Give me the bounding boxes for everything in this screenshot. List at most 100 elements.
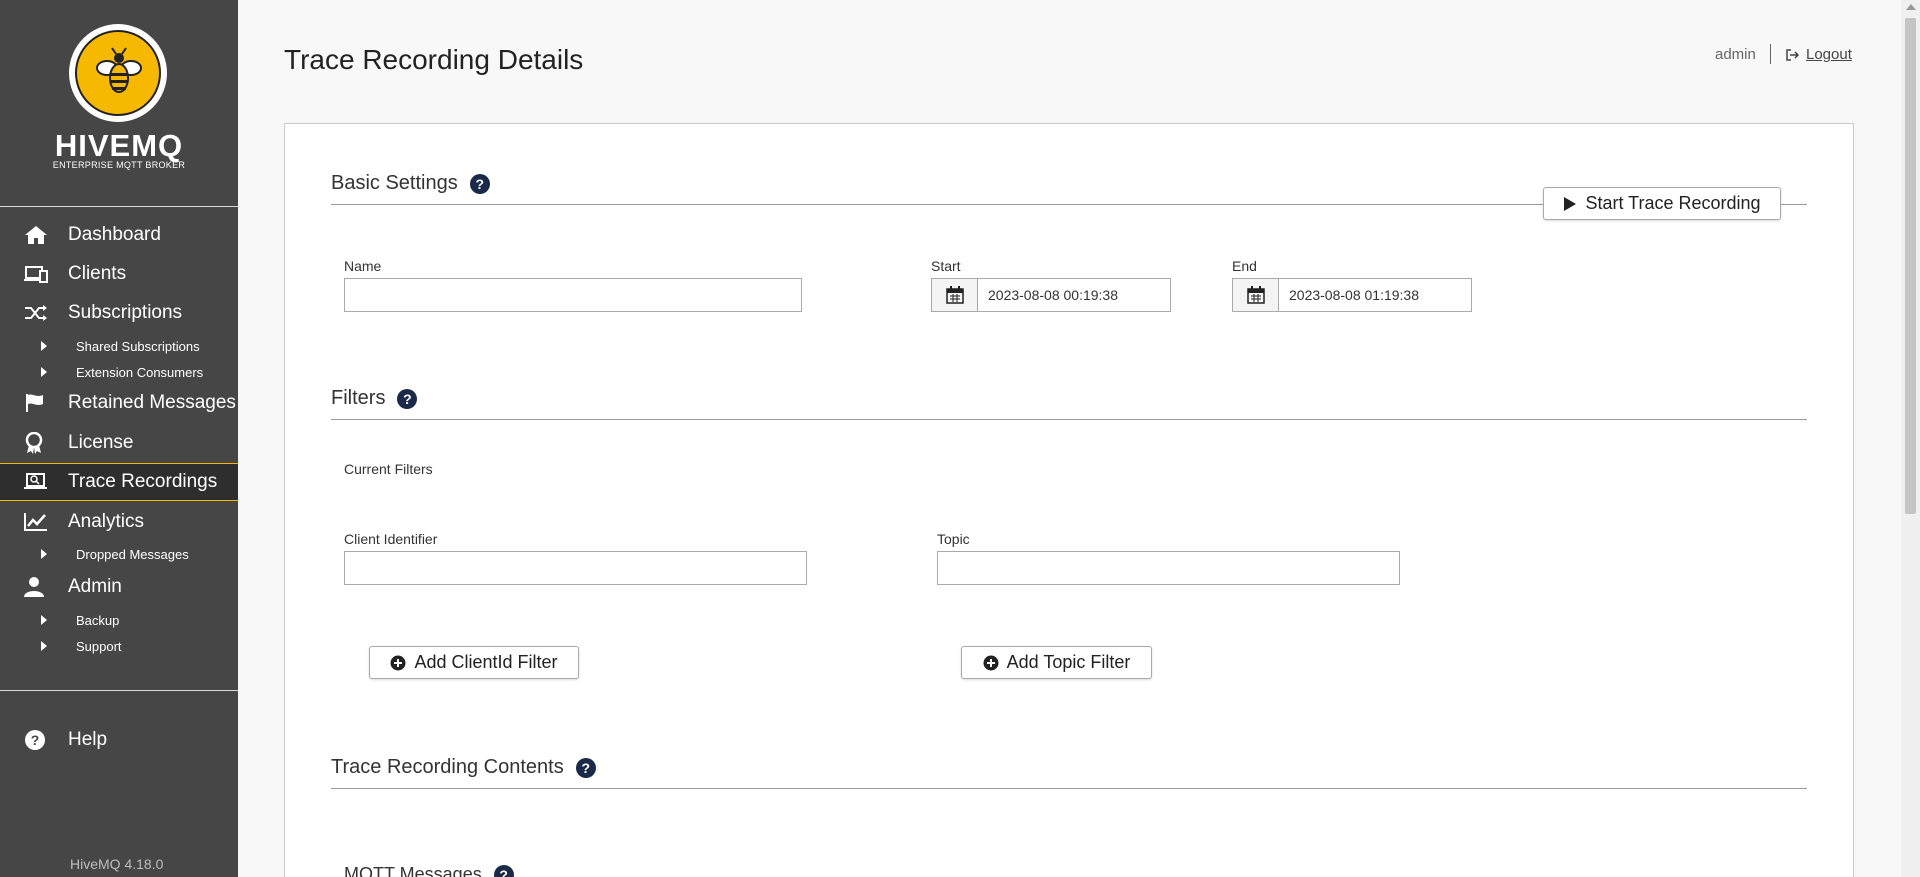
laptop-search-icon xyxy=(0,472,68,492)
sidebar-item-retained-messages[interactable]: Retained Messages xyxy=(0,384,238,422)
caret-right-icon xyxy=(0,341,76,351)
help-icon[interactable]: ? xyxy=(493,864,514,877)
sidebar-subitem-extension-consumers[interactable]: Extension Consumers xyxy=(0,360,238,384)
sidebar-item-label: Help xyxy=(68,729,108,750)
sidebar-subitem-support[interactable]: Support xyxy=(0,634,238,658)
devices-icon xyxy=(0,264,68,284)
chart-line-icon xyxy=(0,512,68,532)
section-title-text: Filters xyxy=(331,387,386,409)
add-topic-filter-button[interactable]: Add Topic Filter xyxy=(961,646,1152,679)
section-title-filters: Filters ? xyxy=(331,387,418,410)
start-datetime-value[interactable]: 2023-08-08 00:19:38 xyxy=(978,279,1170,311)
divider xyxy=(1770,44,1771,64)
button-label: Start Trace Recording xyxy=(1585,193,1761,213)
calendar-icon[interactable] xyxy=(1233,279,1279,311)
sidebar-item-label: Admin xyxy=(68,576,122,597)
button-label: Add ClientId Filter xyxy=(414,652,558,672)
sidebar-item-label: Trace Recordings xyxy=(68,471,218,492)
sidebar-item-admin[interactable]: Admin xyxy=(0,568,238,606)
sidebar-item-label: Retained Messages xyxy=(68,392,236,413)
sidebar-item-license[interactable]: License xyxy=(0,424,238,462)
section-title-basic-settings: Basic Settings ? xyxy=(331,172,490,195)
logout-label: Logout xyxy=(1806,46,1852,63)
current-user: admin xyxy=(1715,46,1756,63)
subsection-title-mqtt-messages: MQTT Messages ? xyxy=(344,864,514,877)
sidebar-subitem-label: Backup xyxy=(76,612,120,628)
version-label: HiveMQ 4.18.0 xyxy=(70,856,164,872)
end-datetime-field: 2023-08-08 01:19:38 xyxy=(1232,278,1472,312)
sidebar-item-trace-recordings[interactable]: Trace Recordings xyxy=(0,463,238,501)
sign-out-icon xyxy=(1786,48,1800,61)
sidebar-item-label: Dashboard xyxy=(68,224,161,245)
client-identifier-input[interactable] xyxy=(344,551,807,585)
section-divider xyxy=(331,788,1807,789)
caret-right-icon xyxy=(0,549,76,559)
sidebar-item-label: License xyxy=(68,432,134,453)
end-datetime-value[interactable]: 2023-08-08 01:19:38 xyxy=(1279,279,1471,311)
sidebar-subitem-label: Extension Consumers xyxy=(76,364,204,380)
user-icon xyxy=(0,577,68,597)
subsection-title-text: MQTT Messages xyxy=(344,864,482,877)
section-title-text: Trace Recording Contents xyxy=(331,756,564,778)
bee-icon xyxy=(96,47,142,93)
sidebar-subitem-shared-subscriptions[interactable]: Shared Subscriptions xyxy=(0,334,238,358)
flag-icon xyxy=(0,393,68,413)
section-title-text: Basic Settings xyxy=(331,172,458,194)
client-identifier-label: Client Identifier xyxy=(344,531,438,547)
current-filters-label: Current Filters xyxy=(344,461,433,477)
page-scrollbar[interactable] xyxy=(1901,0,1920,877)
divider xyxy=(0,206,238,207)
sidebar-item-dashboard[interactable]: Dashboard xyxy=(0,216,238,254)
add-clientid-filter-button[interactable]: Add ClientId Filter xyxy=(369,646,579,679)
calendar-icon[interactable] xyxy=(932,279,978,311)
play-icon xyxy=(1564,196,1577,211)
award-icon xyxy=(0,432,68,454)
start-datetime-field: 2023-08-08 00:19:38 xyxy=(931,278,1171,312)
name-input[interactable] xyxy=(344,278,802,312)
help-icon[interactable]: ? xyxy=(575,757,596,778)
help-icon[interactable]: ? xyxy=(397,388,418,409)
sidebar-subitem-dropped-messages[interactable]: Dropped Messages xyxy=(0,542,238,566)
sidebar-item-label: Analytics xyxy=(68,511,145,532)
button-label: Add Topic Filter xyxy=(1006,652,1131,672)
sidebar-item-help[interactable]: ? Help xyxy=(0,721,238,759)
logout-link[interactable]: Logout xyxy=(1786,46,1852,63)
brand-name: HIVEMQ xyxy=(54,128,184,163)
name-label: Name xyxy=(344,258,382,274)
section-title-trace-recording-contents: Trace Recording Contents ? xyxy=(331,756,596,779)
scrollbar-thumb[interactable] xyxy=(1905,18,1916,514)
divider xyxy=(0,690,238,691)
sidebar-item-label: Clients xyxy=(68,263,127,284)
help-icon[interactable]: ? xyxy=(469,173,490,194)
brand-tagline: ENTERPRISE MQTT BROKER xyxy=(52,160,186,170)
svg-text:?: ? xyxy=(31,732,40,748)
sidebar-item-analytics[interactable]: Analytics xyxy=(0,503,238,541)
caret-right-icon xyxy=(0,615,76,625)
topic-input[interactable] xyxy=(937,551,1400,585)
sidebar-subitem-backup[interactable]: Backup xyxy=(0,608,238,632)
sidebar-item-subscriptions[interactable]: Subscriptions xyxy=(0,294,238,332)
sidebar-item-clients[interactable]: Clients xyxy=(0,255,238,293)
page-title: Trace Recording Details xyxy=(284,44,584,75)
sidebar-subitem-label: Dropped Messages xyxy=(76,546,189,562)
sidebar-subitem-label: Shared Subscriptions xyxy=(76,338,200,354)
plus-circle-icon xyxy=(390,655,406,670)
scroll-up-arrow-icon[interactable] xyxy=(1906,4,1916,10)
question-circle-icon: ? xyxy=(0,729,68,751)
sidebar-item-label: Subscriptions xyxy=(68,302,183,323)
caret-right-icon xyxy=(0,641,76,651)
end-label: End xyxy=(1232,258,1257,274)
sidebar-subitem-label: Support xyxy=(76,638,122,654)
logo-badge xyxy=(69,24,167,122)
home-icon xyxy=(0,225,68,245)
start-trace-recording-button[interactable]: Start Trace Recording xyxy=(1543,187,1781,220)
plus-circle-icon xyxy=(983,655,999,670)
sidebar: HIVEMQ ENTERPRISE MQTT BROKER Dashboard … xyxy=(0,0,238,877)
logo[interactable]: HIVEMQ ENTERPRISE MQTT BROKER xyxy=(0,0,238,206)
shuffle-icon xyxy=(0,303,68,323)
start-label: Start xyxy=(931,258,961,274)
trace-recording-panel: Basic Settings ? Start Trace Recording N… xyxy=(284,123,1854,877)
section-divider xyxy=(331,419,1807,420)
caret-right-icon xyxy=(0,367,76,377)
topic-label: Topic xyxy=(937,531,970,547)
